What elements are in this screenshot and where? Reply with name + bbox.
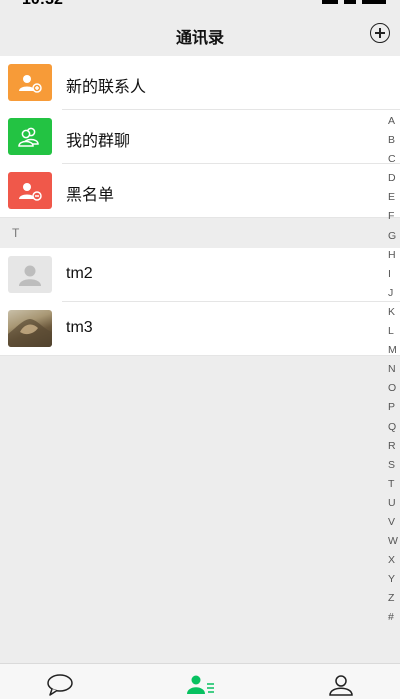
group-chats-item[interactable]: 我的群聊 — [0, 110, 400, 164]
contact-name: tm3 — [66, 319, 93, 336]
contact-row[interactable]: tm3 — [0, 302, 400, 356]
new-contact-icon — [8, 64, 52, 101]
function-list: 新的联系人 我的群聊 黑名单 — [0, 56, 400, 218]
index-letter[interactable]: R — [388, 437, 400, 456]
me-icon — [329, 675, 353, 696]
alphabet-index[interactable]: A B C D E F G H I J K L M N O P Q R S T U V W X Y Z # — [388, 112, 400, 628]
index-letter[interactable]: # — [388, 608, 400, 627]
index-letter[interactable]: D — [388, 169, 400, 188]
signal-icon — [322, 0, 338, 4]
contact-name: tm2 — [66, 265, 93, 282]
index-letter[interactable]: V — [388, 513, 400, 532]
index-letter[interactable]: Z — [388, 589, 400, 608]
group-chat-icon — [8, 118, 52, 155]
index-letter[interactable]: F — [388, 207, 400, 226]
add-button[interactable] — [370, 23, 390, 43]
index-letter[interactable]: K — [388, 303, 400, 322]
index-letter[interactable]: G — [388, 227, 400, 246]
index-letter[interactable]: B — [388, 131, 400, 150]
tab-contacts[interactable] — [186, 674, 214, 696]
index-letter[interactable]: Y — [388, 570, 400, 589]
group-chats-label: 我的群聊 — [66, 133, 131, 150]
header: 通讯录 — [0, 12, 400, 56]
status-icons — [322, 0, 386, 4]
tab-bar — [0, 663, 400, 699]
index-letter[interactable]: S — [388, 456, 400, 475]
battery-icon — [362, 0, 386, 4]
index-letter[interactable]: U — [388, 494, 400, 513]
index-letter[interactable]: N — [388, 360, 400, 379]
index-letter[interactable]: M — [388, 341, 400, 360]
wifi-icon — [344, 0, 356, 4]
section-letter: T — [12, 226, 20, 240]
status-bar: 10:32 — [0, 0, 400, 12]
blacklist-icon — [8, 172, 52, 209]
photo-avatar — [8, 310, 52, 347]
index-letter[interactable]: J — [388, 284, 400, 303]
index-letter[interactable]: C — [388, 150, 400, 169]
section-header: T — [0, 218, 400, 248]
page-title: 通讯录 — [175, 30, 224, 47]
index-letter[interactable]: I — [388, 265, 400, 284]
index-letter[interactable]: X — [388, 551, 400, 570]
index-letter[interactable]: A — [388, 112, 400, 131]
index-letter[interactable]: H — [388, 246, 400, 265]
tab-me[interactable] — [327, 674, 355, 696]
index-letter[interactable]: E — [388, 188, 400, 207]
blacklist-label: 黑名单 — [66, 187, 115, 204]
index-letter[interactable]: L — [388, 322, 400, 341]
contact-list: tm2 tm3 — [0, 248, 400, 356]
tab-chats[interactable] — [46, 674, 74, 696]
status-time: 10:32 — [22, 0, 63, 9]
blacklist-item[interactable]: 黑名单 — [0, 164, 400, 218]
index-letter[interactable]: T — [388, 475, 400, 494]
index-letter[interactable]: P — [388, 398, 400, 417]
contacts-icon — [187, 675, 214, 694]
contact-row[interactable]: tm2 — [0, 248, 400, 302]
default-avatar — [8, 256, 52, 293]
index-letter[interactable]: W — [388, 532, 400, 551]
new-contacts-item[interactable]: 新的联系人 — [0, 56, 400, 110]
index-letter[interactable]: Q — [388, 418, 400, 437]
new-contacts-label: 新的联系人 — [66, 79, 147, 96]
index-letter[interactable]: O — [388, 379, 400, 398]
chat-bubble-icon — [47, 674, 73, 696]
